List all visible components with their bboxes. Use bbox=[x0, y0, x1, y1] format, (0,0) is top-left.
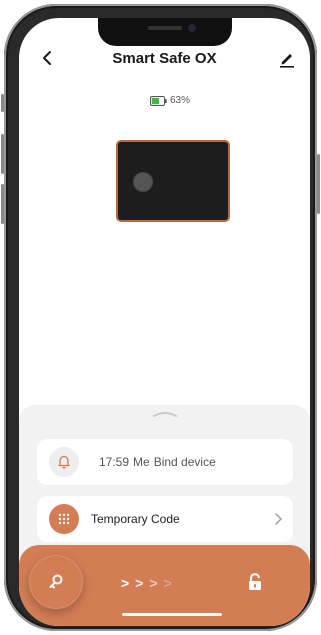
battery-icon bbox=[150, 95, 167, 106]
home-indicator bbox=[122, 613, 222, 616]
speaker bbox=[148, 26, 182, 30]
slide-arrows: > > > > bbox=[121, 575, 172, 591]
mute-switch bbox=[1, 94, 4, 112]
power-button bbox=[317, 154, 320, 214]
log-user: Me bbox=[133, 455, 150, 469]
key-icon bbox=[49, 574, 63, 589]
front-camera bbox=[188, 24, 196, 32]
bell-icon-badge bbox=[49, 447, 79, 477]
phone-frame: Smart Safe OX 63% 17:59 Me Bind device T… bbox=[1, 4, 320, 631]
safe-image bbox=[118, 142, 228, 220]
app-screen: Smart Safe OX 63% 17:59 Me Bind device T… bbox=[19, 18, 310, 626]
battery-status: 63% bbox=[150, 95, 190, 106]
slide-arrow: > bbox=[163, 575, 172, 591]
log-time: 17:59 bbox=[99, 455, 130, 469]
safe-knob bbox=[133, 172, 153, 192]
page-title: Smart Safe OX bbox=[112, 50, 217, 67]
edit-icon[interactable] bbox=[278, 48, 296, 68]
activity-log-item[interactable]: 17:59 Me Bind device bbox=[37, 439, 293, 485]
keypad-icon-badge bbox=[49, 504, 79, 534]
bell-icon bbox=[58, 455, 70, 469]
temporary-code-label: Temporary Code bbox=[91, 512, 180, 526]
slide-arrow: > bbox=[135, 575, 144, 591]
battery-level: 63% bbox=[170, 95, 191, 106]
sheet-handle-icon[interactable] bbox=[152, 409, 178, 419]
slide-to-unlock-handle[interactable] bbox=[29, 555, 83, 609]
chevron-right-icon bbox=[275, 513, 282, 525]
header: Smart Safe OX bbox=[19, 46, 310, 72]
notch bbox=[98, 18, 232, 46]
unlock-icon bbox=[249, 573, 261, 590]
slide-arrow: > bbox=[121, 575, 130, 591]
volume-down-button bbox=[1, 184, 4, 224]
volume-up-button bbox=[1, 134, 4, 174]
slide-arrow: > bbox=[149, 575, 158, 591]
keypad-icon bbox=[58, 513, 70, 525]
log-action: Bind device bbox=[153, 455, 216, 469]
temporary-code-item[interactable]: Temporary Code bbox=[37, 496, 293, 542]
